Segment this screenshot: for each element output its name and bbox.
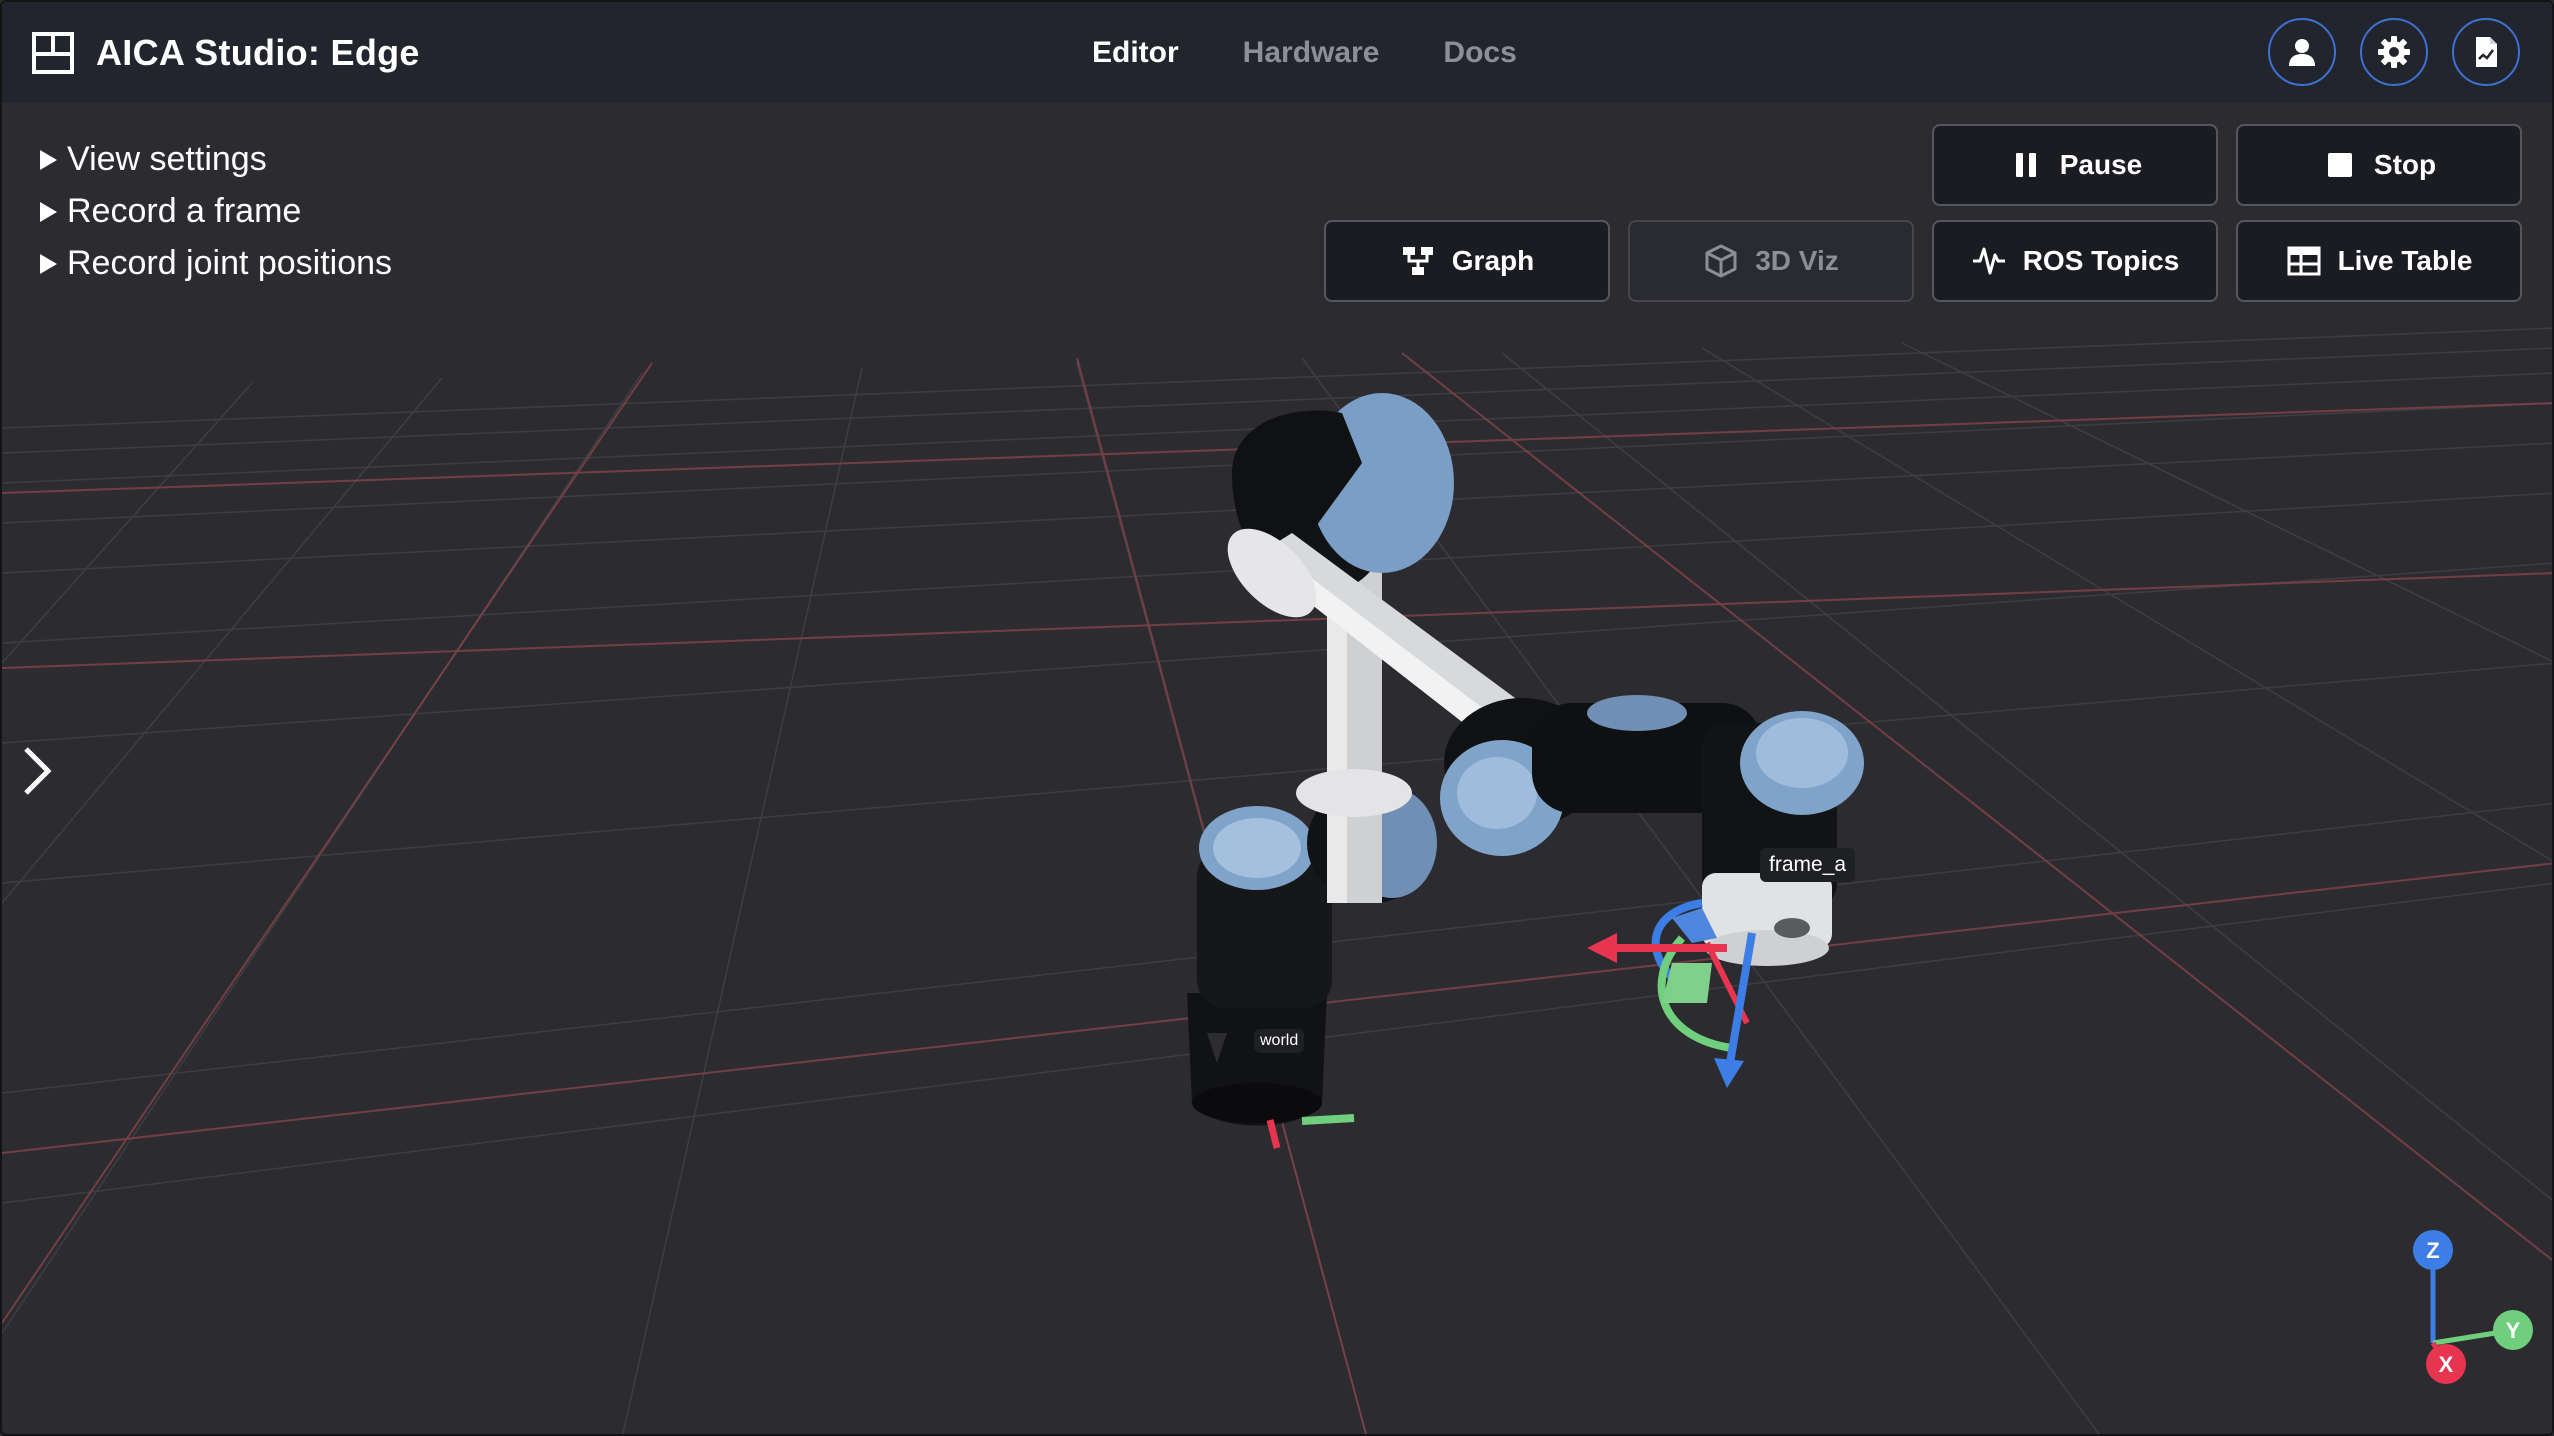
waveform-icon	[1972, 247, 2005, 275]
view-settings-toggle[interactable]: View settings	[40, 140, 392, 179]
ros-topics-label: ROS Topics	[2022, 245, 2180, 276]
cube-icon	[1705, 244, 1737, 278]
caret-right-icon	[40, 149, 57, 170]
header-actions	[2268, 18, 2520, 86]
3d-viewport[interactable]: View settings Record a frame Record join…	[2, 103, 2554, 1436]
caret-right-icon	[40, 253, 57, 274]
graph-icon	[1402, 247, 1433, 275]
live-table-label: Live Table	[2337, 245, 2473, 276]
z-axis-label: Z	[2426, 1238, 2439, 1263]
app-title: AICA Studio: Edge	[96, 31, 420, 73]
axes-indicator[interactable]: Z Y X	[2398, 1218, 2538, 1388]
export-button[interactable]	[2452, 18, 2520, 86]
app-window: AICA Studio: Edge Editor Hardware Docs V…	[0, 0, 2554, 1436]
user-icon	[2289, 39, 2315, 66]
chevron-right-icon[interactable]	[18, 741, 58, 801]
robot-scene[interactable]	[2, 103, 2554, 1436]
settings-button[interactable]	[2360, 18, 2428, 86]
z-axis-marker: Z	[2413, 1230, 2453, 1270]
record-frame-label: Record a frame	[67, 192, 302, 230]
tab-docs[interactable]: Docs	[1443, 36, 1516, 70]
pause-label: Pause	[2059, 149, 2143, 180]
record-joint-positions-label: Record joint positions	[67, 244, 393, 282]
record-joint-positions-toggle[interactable]: Record joint positions	[40, 244, 392, 283]
main-nav: Editor Hardware Docs	[1092, 2, 1517, 103]
record-frame-toggle[interactable]: Record a frame	[40, 192, 392, 231]
3d-viz-label: 3D Viz	[1755, 245, 1839, 276]
caret-right-icon	[40, 201, 57, 222]
live-table-view-button[interactable]: Live Table	[2236, 220, 2522, 302]
graph-label: Graph	[1451, 245, 1535, 276]
frame-a-label[interactable]: frame_a	[1760, 848, 1856, 882]
document-chart-icon	[2476, 37, 2497, 67]
table-icon	[2287, 246, 2321, 276]
tab-editor[interactable]: Editor	[1092, 36, 1179, 70]
pause-icon	[2015, 153, 2036, 177]
brand: AICA Studio: Edge	[32, 2, 420, 103]
stop-icon	[2327, 153, 2352, 177]
stop-button[interactable]: Stop	[2236, 124, 2522, 206]
view-settings-label: View settings	[67, 140, 267, 178]
top-bar: AICA Studio: Edge Editor Hardware Docs	[2, 2, 2552, 103]
stop-label: Stop	[2373, 149, 2437, 180]
y-axis-label: Y	[2506, 1318, 2521, 1343]
grid-layout-icon[interactable]	[32, 31, 74, 74]
settings-panel: View settings Record a frame Record join…	[40, 140, 392, 283]
tab-hardware[interactable]: Hardware	[1243, 36, 1380, 70]
x-axis-label: X	[2439, 1352, 2454, 1377]
world-frame-label: world	[1254, 1029, 1305, 1053]
ros-topics-view-button[interactable]: ROS Topics	[1932, 220, 2218, 302]
graph-view-button[interactable]: Graph	[1324, 220, 1610, 302]
y-axis-marker: Y	[2493, 1310, 2533, 1350]
gear-icon	[2378, 36, 2410, 68]
pause-button[interactable]: Pause	[1932, 124, 2218, 206]
robot-arm[interactable]	[1187, 393, 1864, 1126]
account-button[interactable]	[2268, 18, 2336, 86]
3d-viz-view-button[interactable]: 3D Viz	[1628, 220, 1914, 302]
x-axis-marker: X	[2426, 1344, 2466, 1384]
